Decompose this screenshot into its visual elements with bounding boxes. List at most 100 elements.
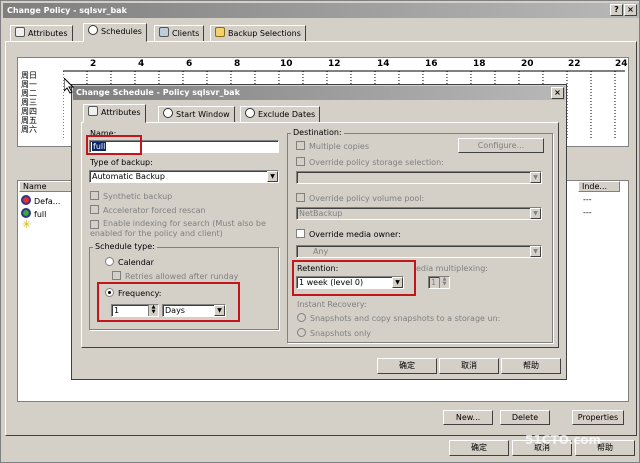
row-index: --- xyxy=(583,208,592,217)
checkbox-label: Synthetic backup xyxy=(103,192,173,201)
instant-recovery-label: Instant Recovery: xyxy=(297,300,367,309)
hour-label: 12 xyxy=(328,59,341,69)
tab-label: Schedules xyxy=(101,27,142,36)
tab-clients[interactable]: Clients xyxy=(154,25,205,42)
enable-indexing-checkbox[interactable]: Enable indexing for search (Must also be… xyxy=(90,219,280,239)
checkbox-label: Override policy storage selection: xyxy=(309,158,444,167)
override-storage-checkbox[interactable]: Override policy storage selection: xyxy=(296,157,444,168)
frequency-highlight-box xyxy=(97,282,240,322)
hour-label: 10 xyxy=(280,59,293,69)
checkbox-box xyxy=(296,193,305,202)
hour-label: 24 xyxy=(615,59,628,69)
type-of-backup-select[interactable]: Automatic Backup ▼ xyxy=(89,170,279,183)
help-title-button[interactable]: ? xyxy=(610,4,623,16)
checkbox-box xyxy=(112,271,121,280)
spinner-arrows-icon: ▲ ▼ xyxy=(439,277,449,288)
schedule-icon xyxy=(21,208,31,218)
attributes-icon xyxy=(15,27,25,37)
radio-circle xyxy=(105,257,114,266)
clock-icon xyxy=(88,25,98,35)
schedule-icon xyxy=(21,195,31,205)
snapshots-only-radio[interactable]: Snapshots only xyxy=(297,328,371,339)
dialog-close-button[interactable]: × xyxy=(551,87,564,99)
media-owner-select[interactable]: Any ▼ xyxy=(296,245,542,258)
tab-label: Exclude Dates xyxy=(258,110,316,119)
day-label: 周二 xyxy=(21,89,37,98)
radio-label: Snapshots and copy snapshots to a storag… xyxy=(310,314,501,323)
multiplexing-stepper[interactable]: 1 ▲ ▼ xyxy=(428,276,450,289)
watermark: 51CTO.com xyxy=(525,433,602,447)
computer-icon xyxy=(159,27,169,37)
retention-highlight-box xyxy=(292,260,416,296)
checkbox-label: Override policy volume pool: xyxy=(309,194,425,203)
hour-label: 4 xyxy=(138,59,145,69)
checkbox-box xyxy=(296,141,305,150)
day-label: 周四 xyxy=(21,107,37,116)
configure-button[interactable]: Configure... xyxy=(458,138,544,153)
calendar-radio[interactable]: Calendar xyxy=(105,257,154,268)
chevron-down-icon: ▼ xyxy=(267,171,278,182)
tab-label: Attributes xyxy=(101,108,141,117)
column-header-index[interactable]: Inde... xyxy=(578,181,620,192)
dialog-ok-button[interactable]: 确定 xyxy=(377,358,437,374)
radio-circle xyxy=(297,328,306,337)
hour-label: 8 xyxy=(234,59,241,69)
name-highlight-box xyxy=(86,135,142,155)
day-label: 周日 xyxy=(21,71,37,80)
tab-label: Attributes xyxy=(28,29,68,38)
snapshots-and-copy-radio[interactable]: Snapshots and copy snapshots to a storag… xyxy=(297,313,500,324)
multiplexing-value: 1 xyxy=(431,278,437,287)
ok-button[interactable]: 确定 xyxy=(449,440,509,456)
delete-button[interactable]: Delete xyxy=(500,410,550,425)
accelerator-rescan-checkbox[interactable]: Accelerator forced rescan xyxy=(90,205,206,216)
tab-label: Backup Selections xyxy=(228,29,301,38)
clock-icon xyxy=(163,108,173,118)
destination-label: Destination: xyxy=(291,128,344,137)
day-label: 周五 xyxy=(21,116,37,125)
override-pool-checkbox[interactable]: Override policy volume pool: xyxy=(296,193,424,204)
checkbox-box xyxy=(90,205,99,214)
synthetic-backup-checkbox[interactable]: Synthetic backup xyxy=(90,191,172,202)
hour-label: 2 xyxy=(90,59,97,69)
new-schedule-icon[interactable]: ✳ xyxy=(22,219,31,230)
storage-select[interactable]: ▼ xyxy=(296,171,542,184)
retries-allowed-checkbox[interactable]: Retries allowed after runday xyxy=(112,271,238,282)
volume-pool-select[interactable]: NetBackup ▼ xyxy=(296,207,542,220)
folder-icon xyxy=(215,27,225,37)
change-schedule-dialog: Change Schedule - Policy sqlsvr_bak × At… xyxy=(71,84,567,380)
chevron-down-icon: ▼ xyxy=(530,208,541,219)
tab-label: Start Window xyxy=(176,110,230,119)
checkbox-box xyxy=(296,229,305,238)
tab-label: Clients xyxy=(172,29,200,38)
type-value: Automatic Backup xyxy=(92,172,165,181)
attributes-icon xyxy=(88,106,98,116)
schedule-type-label: Schedule type: xyxy=(93,242,157,251)
radio-circle xyxy=(297,313,306,322)
dialog-tab-exclude-dates[interactable]: Exclude Dates xyxy=(240,106,321,123)
dialog-help-button[interactable]: 帮助 xyxy=(501,358,561,374)
multiple-copies-checkbox[interactable]: Multiple copies xyxy=(296,141,369,152)
hour-label: 20 xyxy=(521,59,534,69)
new-button[interactable]: New... xyxy=(443,410,493,425)
dialog-tab-attributes[interactable]: Attributes xyxy=(83,104,146,123)
type-of-backup-label: Type of backup: xyxy=(90,158,153,167)
close-title-button[interactable]: × xyxy=(624,4,637,16)
tab-schedules[interactable]: Schedules xyxy=(83,23,147,42)
mouse-cursor-icon xyxy=(64,78,74,94)
properties-button[interactable]: Properties xyxy=(572,410,624,425)
tab-backup-selections[interactable]: Backup Selections xyxy=(210,25,306,42)
override-media-owner-checkbox[interactable]: Override media owner: xyxy=(296,229,401,240)
column-header-name[interactable]: Name xyxy=(19,181,79,192)
checkbox-label: Override media owner: xyxy=(309,230,401,239)
media-multiplexing-label: edia multiplexing: xyxy=(416,264,488,273)
hour-label: 18 xyxy=(473,59,486,69)
dialog-cancel-button[interactable]: 取消 xyxy=(439,358,499,374)
radio-label: Calendar xyxy=(118,258,154,267)
dialog-tab-start-window[interactable]: Start Window xyxy=(158,106,235,123)
radio-label: Snapshots only xyxy=(310,329,372,338)
clock-icon xyxy=(245,108,255,118)
row-name: full xyxy=(34,210,47,219)
table-row[interactable]: Defa... xyxy=(21,195,60,207)
day-label: 周三 xyxy=(21,98,37,107)
tab-attributes[interactable]: Attributes xyxy=(10,25,73,42)
